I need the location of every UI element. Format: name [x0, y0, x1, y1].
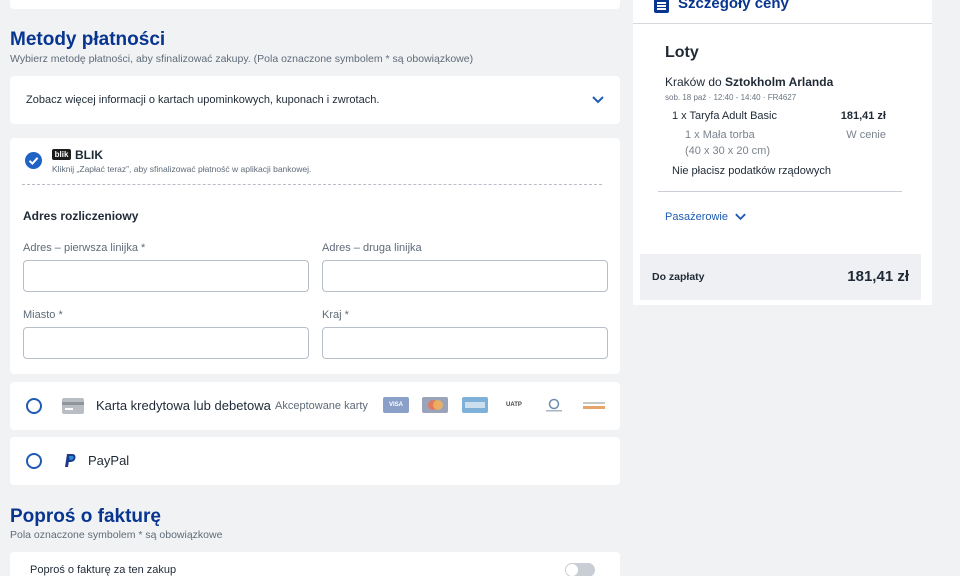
invoice-toggle[interactable] [565, 563, 595, 576]
credit-card-icon [62, 398, 84, 414]
vouchers-info-accordion[interactable]: Zobacz więcej informacji o kartach upomi… [10, 76, 620, 124]
visa-icon: VISA [383, 397, 409, 413]
fare-price: 181,41 zł [840, 110, 886, 122]
flight-route: Kraków do Sztokholm Arlanda [665, 75, 834, 89]
total-value: 181,41 zł [847, 268, 909, 285]
mastercard-icon [422, 397, 448, 413]
bag-size: (40 x 30 x 20 cm) [685, 145, 770, 157]
billing-address-title: Adres rozliczeniowy [23, 209, 139, 223]
blik-logo-icon: blik [52, 149, 71, 160]
bag-label: 1 x Mała torba [685, 129, 755, 141]
summary-header: Szczegóły ceny [633, 0, 932, 24]
country-label: Kraj * [322, 309, 349, 321]
total-label: Do zapłaty [652, 271, 705, 283]
uatp-icon: UATP [506, 402, 522, 408]
previous-section-card [10, 0, 620, 9]
price-summary-panel: Szczegóły ceny Loty Kraków do Sztokholm … [633, 0, 932, 305]
fare-label: 1 x Taryfa Adult Basic [672, 110, 777, 122]
accepted-cards-label: Akceptowane karty [275, 400, 368, 412]
flight-meta: sob. 18 paź · 12:40 - 14:40 · FR4627 [665, 93, 797, 102]
chevron-down-icon [735, 213, 746, 221]
flights-section-title: Loty [665, 44, 699, 61]
address1-input[interactable] [23, 260, 309, 292]
document-icon [654, 0, 669, 13]
blik-payment-option[interactable]: blik BLIK Kliknij „Zapłać teraz”, aby sf… [10, 138, 620, 374]
total-box: Do zapłaty 181,41 zł [640, 254, 921, 300]
amex-icon [462, 397, 488, 413]
summary-title: Szczegóły ceny [678, 0, 789, 12]
paypal-label: PayPal [88, 453, 130, 468]
diners-icon [541, 397, 567, 413]
card-payment-label: Karta kredytowa lub debetowa [96, 398, 271, 413]
blik-radio-checked-icon[interactable] [25, 152, 42, 169]
address2-label: Adres – druga linijka [322, 242, 422, 254]
address1-label: Adres – pierwsza linijka * [23, 242, 146, 254]
divider [22, 184, 602, 185]
paypal-payment-option[interactable]: PayPal [10, 437, 620, 485]
payment-methods-title: Metody płatności [10, 29, 166, 50]
payment-methods-subtitle: Wybierz metodę płatności, aby sfinalizow… [10, 53, 474, 65]
tax-note: Nie płacisz podatków rządowych [672, 165, 831, 177]
bag-price: W cenie [846, 129, 886, 141]
card-radio[interactable] [26, 398, 42, 414]
paypal-icon [65, 454, 76, 467]
invoice-toggle-row[interactable]: Poproś o fakturę za ten zakup [10, 552, 620, 576]
city-label: Miasto * [23, 309, 63, 321]
city-input[interactable] [23, 327, 309, 359]
blik-title: BLIK [75, 148, 103, 162]
passengers-toggle[interactable]: Pasażerowie [665, 211, 746, 223]
jcb-icon [581, 397, 607, 413]
paypal-radio[interactable] [26, 453, 42, 469]
card-payment-option[interactable]: Karta kredytowa lub debetowa Akceptowane… [10, 382, 620, 430]
divider [658, 191, 902, 192]
blik-description: Kliknij „Zapłać teraz”, aby sfinalizować… [52, 164, 312, 174]
invoice-toggle-label: Poproś o fakturę za ten zakup [30, 564, 177, 576]
invoice-title: Poproś o fakturę [10, 506, 161, 527]
chevron-down-icon[interactable] [591, 95, 605, 105]
country-select[interactable] [322, 327, 608, 359]
address2-input[interactable] [322, 260, 608, 292]
invoice-subtitle: Pola oznaczone symbolem * są obowiązkowe [10, 529, 223, 541]
vouchers-info-text: Zobacz więcej informacji o kartach upomi… [26, 94, 380, 106]
